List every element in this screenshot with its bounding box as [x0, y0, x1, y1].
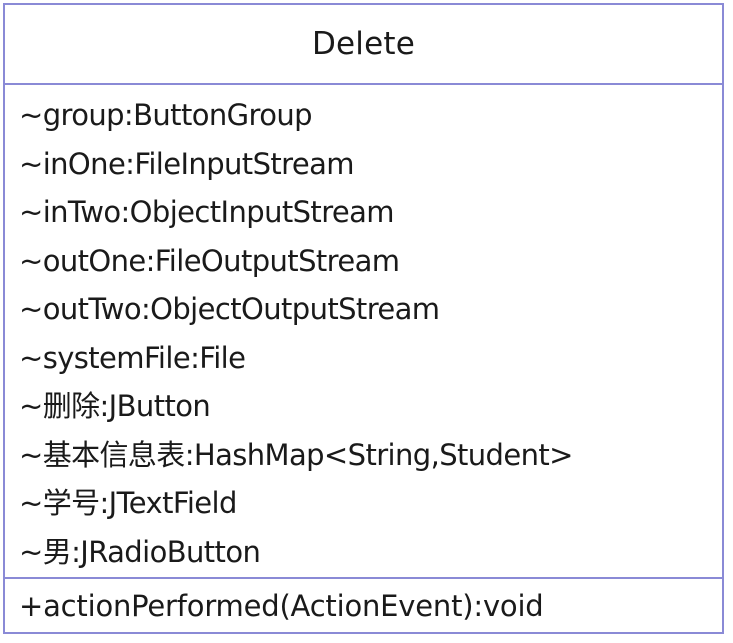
- attribute-delete-button: ~删除:JButton: [19, 389, 211, 423]
- attribute-in-one: ~inOne:FileInputStream: [19, 146, 355, 181]
- class-name-compartment: Delete: [5, 5, 722, 85]
- attribute-basic-info-table: ~基本信息表:HashMap<String,Student>: [19, 437, 573, 472]
- attribute-out-two: ~outTwo:ObjectOutputStream: [19, 292, 440, 326]
- class-name: Delete: [311, 26, 416, 62]
- attribute-system-file: ~systemFile:File: [19, 340, 246, 375]
- attribute-male-radio: ~男:JRadioButton: [19, 534, 261, 569]
- attributes-compartment: ~group:ButtonGroup ~inOne:FileInputStrea…: [5, 85, 722, 579]
- attribute-group: ~group:ButtonGroup: [19, 98, 313, 132]
- operations-compartment: +actionPerformed(ActionEvent):void: [5, 579, 722, 632]
- attribute-in-two: ~inTwo:ObjectInputStream: [19, 195, 395, 229]
- attribute-out-one: ~outOne:FileOutputStream: [19, 243, 400, 278]
- attribute-student-id-field: ~学号:JTextField: [19, 486, 237, 520]
- uml-class-box: Delete ~group:ButtonGroup ~inOne:FileInp…: [3, 3, 724, 634]
- operation-action-performed: +actionPerformed(ActionEvent):void: [19, 588, 544, 623]
